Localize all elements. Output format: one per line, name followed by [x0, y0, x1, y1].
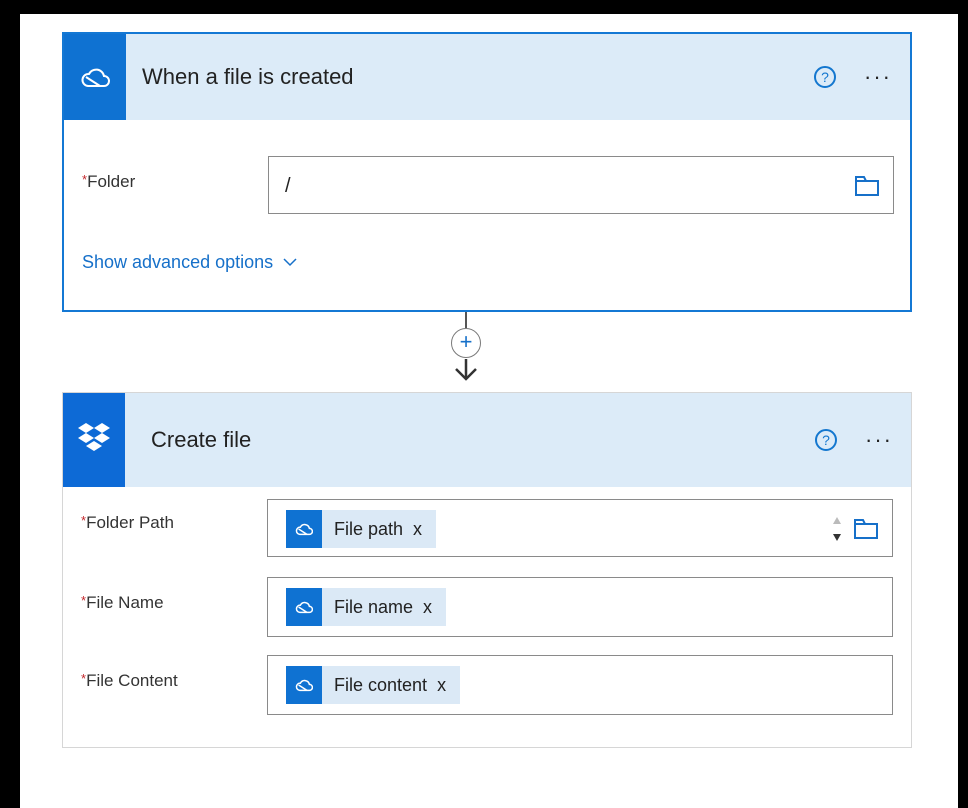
- add-step-button[interactable]: +: [451, 328, 481, 358]
- file-path-token[interactable]: File path x: [286, 510, 437, 548]
- action-card: Create file ? ··· *Folder Path File path…: [62, 392, 912, 748]
- folder-path-label-text: Folder Path: [86, 513, 174, 532]
- folder-input[interactable]: /: [268, 156, 894, 214]
- connector-line: [465, 312, 467, 328]
- folder-path-input[interactable]: File path x: [267, 499, 893, 557]
- token-label: File path: [334, 518, 404, 539]
- file-content-input[interactable]: File content x: [267, 655, 893, 715]
- file-name-label: *File Name: [81, 593, 164, 613]
- more-options-icon[interactable]: ···: [864, 64, 892, 90]
- file-content-label: *File Content: [81, 671, 178, 691]
- folder-picker-icon[interactable]: [855, 176, 879, 196]
- remove-token-button[interactable]: x: [437, 675, 446, 696]
- more-options-icon[interactable]: ···: [865, 427, 893, 453]
- help-icon[interactable]: ?: [815, 429, 837, 451]
- show-advanced-options-link[interactable]: Show advanced options: [82, 252, 297, 273]
- token-label: File content: [334, 674, 428, 695]
- file-name-token[interactable]: File name x: [286, 588, 447, 626]
- folder-label: *Folder: [82, 172, 135, 192]
- trigger-card: When a file is created ? ··· *Folder / S…: [62, 32, 912, 312]
- remove-token-button[interactable]: x: [423, 597, 432, 618]
- trigger-card-header[interactable]: When a file is created ? ···: [64, 34, 910, 120]
- file-content-label-text: File Content: [86, 671, 178, 690]
- trigger-title: When a file is created: [142, 64, 354, 89]
- token-label: File name: [334, 596, 414, 617]
- chevron-down-icon: [283, 258, 297, 267]
- remove-token-button[interactable]: x: [413, 519, 422, 540]
- help-icon[interactable]: ?: [814, 66, 836, 88]
- file-name-label-text: File Name: [86, 593, 164, 612]
- show-advanced-options-label: Show advanced options: [82, 252, 274, 272]
- file-content-token[interactable]: File content x: [286, 666, 461, 704]
- folder-value: /: [285, 175, 291, 197]
- folder-path-label: *Folder Path: [81, 513, 174, 533]
- action-card-header[interactable]: Create file ? ···: [63, 393, 911, 487]
- folder-picker-icon[interactable]: [854, 519, 878, 539]
- action-title: Create file: [151, 427, 252, 452]
- onedrive-cloud-icon: [286, 510, 322, 548]
- folder-label-text: Folder: [87, 172, 136, 191]
- file-name-input[interactable]: File name x: [267, 577, 893, 637]
- dropbox-icon: [63, 393, 125, 487]
- flow-canvas: When a file is created ? ··· *Folder / S…: [20, 14, 958, 808]
- spinner-arrows-icon[interactable]: [830, 512, 844, 546]
- arrow-down-icon: [455, 359, 477, 381]
- onedrive-cloud-icon: [286, 588, 322, 626]
- onedrive-cloud-icon: [64, 34, 126, 120]
- onedrive-cloud-icon: [286, 666, 322, 704]
